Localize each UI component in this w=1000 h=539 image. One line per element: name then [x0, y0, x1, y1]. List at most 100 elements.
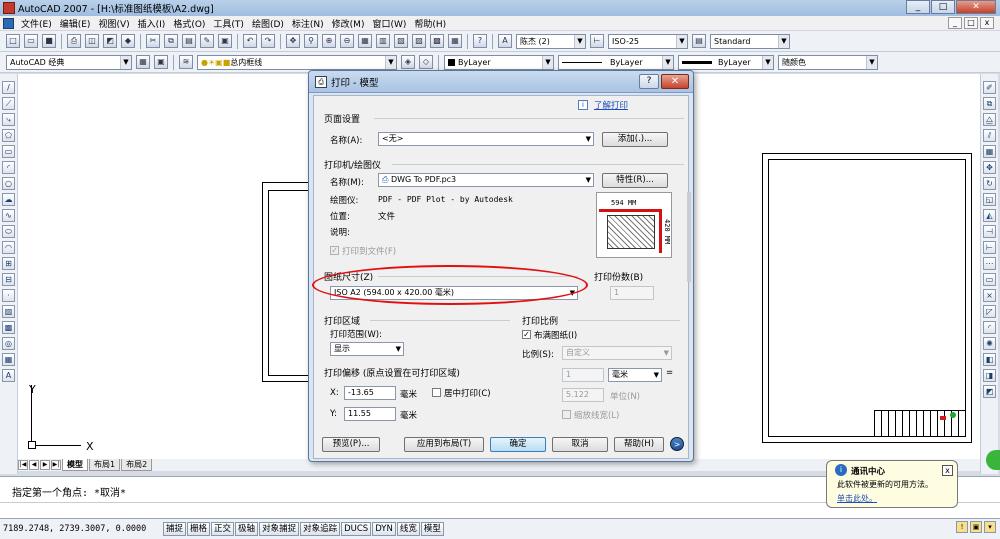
- ducs-toggle[interactable]: DUCS: [341, 522, 372, 536]
- rectangle-icon[interactable]: ▭: [2, 145, 15, 158]
- dim-style-icon[interactable]: ⊢: [590, 34, 604, 48]
- save-workspace-icon[interactable]: ▣: [154, 55, 168, 69]
- close-button[interactable]: ✕: [956, 0, 996, 14]
- match-properties-icon[interactable]: ✎: [200, 34, 214, 48]
- draw-order-icon[interactable]: ◧: [983, 353, 996, 366]
- apply-to-layout-button[interactable]: 应用到布局(T): [404, 437, 484, 452]
- bring-front-icon[interactable]: ◨: [983, 369, 996, 382]
- scale-icon[interactable]: ◱: [983, 193, 996, 206]
- dialog-scrollbar[interactable]: [687, 192, 691, 282]
- cancel-button[interactable]: 取消: [552, 437, 608, 452]
- trim-icon[interactable]: ⊣: [983, 225, 996, 238]
- layer-manager-icon[interactable]: ≋: [179, 55, 193, 69]
- polygon-icon[interactable]: ⬠: [2, 129, 15, 142]
- break-icon[interactable]: ▭: [983, 273, 996, 286]
- snap-toggle[interactable]: 捕捉: [163, 522, 187, 536]
- preview-button[interactable]: 预览(P)...: [322, 437, 380, 452]
- make-block-icon[interactable]: ⊟: [2, 273, 15, 286]
- chamfer-icon[interactable]: ◸: [983, 305, 996, 318]
- line-icon[interactable]: /: [2, 81, 15, 94]
- sheet-set-icon[interactable]: ▨: [412, 34, 426, 48]
- pan-icon[interactable]: ✥: [286, 34, 300, 48]
- tool-palettes-icon[interactable]: ▧: [394, 34, 408, 48]
- layer-previous-icon[interactable]: ◇: [419, 55, 433, 69]
- move-icon[interactable]: ✥: [983, 161, 996, 174]
- page-setup-add-button[interactable]: 添加(.)...: [602, 132, 668, 147]
- menu-tools[interactable]: 工具(T): [209, 17, 248, 30]
- markup-icon[interactable]: ▩: [430, 34, 444, 48]
- workspace-settings-icon[interactable]: ▦: [136, 55, 150, 69]
- dialog-title-bar[interactable]: ⎙ 打印 - 模型 ? ✕: [309, 71, 693, 93]
- help-button[interactable]: 帮助(H): [614, 437, 664, 452]
- doc-close-button[interactable]: x: [980, 17, 994, 29]
- arc-icon[interactable]: ◜: [2, 161, 15, 174]
- first-tab-icon[interactable]: |◀: [18, 460, 28, 470]
- open-icon[interactable]: ▭: [24, 34, 38, 48]
- document-icon[interactable]: [3, 17, 14, 29]
- calculator-icon[interactable]: ▦: [448, 34, 462, 48]
- menu-insert[interactable]: 插入(I): [134, 17, 170, 30]
- table-style-select[interactable]: Standard ▼: [710, 33, 790, 49]
- tab-model[interactable]: 模型: [62, 459, 88, 471]
- page-setup-name-select[interactable]: <无> ▼: [378, 132, 594, 146]
- block-editor-icon[interactable]: ▣: [218, 34, 232, 48]
- lineweight-select[interactable]: ByLayer ▼: [678, 54, 774, 70]
- layer-select[interactable]: ●☀▣■ 总内框线 ▼: [197, 54, 397, 70]
- prev-tab-icon[interactable]: ◀: [29, 460, 39, 470]
- dim-style-select[interactable]: ISO-25 ▼: [608, 33, 688, 49]
- dyn-toggle[interactable]: DYN: [372, 522, 396, 536]
- revcloud-icon[interactable]: ☁: [2, 193, 15, 206]
- erase-icon[interactable]: ✐: [983, 81, 996, 94]
- workspace-select[interactable]: AutoCAD 经典 ▼: [6, 54, 132, 70]
- plotter-properties-button[interactable]: 特性(R)...: [602, 173, 668, 188]
- balloon-close-button[interactable]: x: [942, 465, 953, 476]
- paste-icon[interactable]: ▤: [182, 34, 196, 48]
- hatch-icon[interactable]: ▨: [2, 305, 15, 318]
- menu-edit[interactable]: 编辑(E): [56, 17, 95, 30]
- scale-denominator-input[interactable]: 5.122: [562, 388, 604, 402]
- autocad-app-icon[interactable]: [3, 2, 15, 14]
- print-to-file-checkbox[interactable]: ✓: [330, 246, 339, 255]
- minimize-button[interactable]: _: [906, 0, 930, 14]
- color-select[interactable]: ByLayer ▼: [444, 54, 554, 70]
- balloon-link[interactable]: 单击此处。: [837, 493, 877, 504]
- array-icon[interactable]: ▦: [983, 145, 996, 158]
- region-icon[interactable]: ◎: [2, 337, 15, 350]
- plotter-name-select[interactable]: ⎙ DWG To PDF.pc3 ▼: [378, 173, 594, 187]
- table-style-icon[interactable]: ▤: [692, 34, 706, 48]
- ortho-toggle[interactable]: 正交: [211, 522, 235, 536]
- design-center-icon[interactable]: ▥: [376, 34, 390, 48]
- lock-icon[interactable]: ▣: [970, 521, 982, 533]
- save-icon[interactable]: ■: [42, 34, 56, 48]
- osnap-toggle[interactable]: 对象捕捉: [259, 522, 300, 536]
- help-icon[interactable]: ?: [473, 34, 487, 48]
- grid-toggle[interactable]: 栅格: [187, 522, 211, 536]
- mirror-icon[interactable]: ⧋: [983, 113, 996, 126]
- text-style-select[interactable]: 陈杰 (2) ▼: [516, 33, 586, 49]
- menu-file[interactable]: 文件(E): [17, 17, 56, 30]
- warning-icon[interactable]: !: [956, 521, 968, 533]
- zoom-window-icon[interactable]: ⊕: [322, 34, 336, 48]
- redo-icon[interactable]: ↷: [261, 34, 275, 48]
- extend-icon[interactable]: ⊢: [983, 241, 996, 254]
- scale-select[interactable]: 自定义 ▼: [562, 346, 672, 360]
- menu-view[interactable]: 视图(V): [94, 17, 133, 30]
- ok-button[interactable]: 确定: [490, 437, 546, 452]
- zoom-realtime-icon[interactable]: ⚲: [304, 34, 318, 48]
- multiline-text-icon[interactable]: A: [2, 369, 15, 382]
- last-tab-icon[interactable]: ▶|: [51, 460, 61, 470]
- circle-icon[interactable]: ○: [2, 177, 15, 190]
- polyline-icon[interactable]: ⤷: [2, 113, 15, 126]
- model-toggle[interactable]: 模型: [420, 522, 444, 536]
- undo-icon[interactable]: ↶: [243, 34, 257, 48]
- dialog-close-button[interactable]: ✕: [661, 74, 689, 89]
- lineweight-toggle[interactable]: 线宽: [396, 522, 420, 536]
- restore-button[interactable]: □: [931, 0, 955, 14]
- copies-input[interactable]: 1: [610, 286, 654, 300]
- polar-toggle[interactable]: 极轴: [235, 522, 259, 536]
- plot-range-select[interactable]: 显示 ▼: [330, 342, 404, 356]
- paper-size-select[interactable]: ISO A2 (594.00 x 420.00 毫米) ▼: [330, 286, 578, 300]
- dialog-help-button[interactable]: ?: [639, 74, 659, 89]
- 3d-dwf-icon[interactable]: ◆: [121, 34, 135, 48]
- zoom-previous-icon[interactable]: ⊖: [340, 34, 354, 48]
